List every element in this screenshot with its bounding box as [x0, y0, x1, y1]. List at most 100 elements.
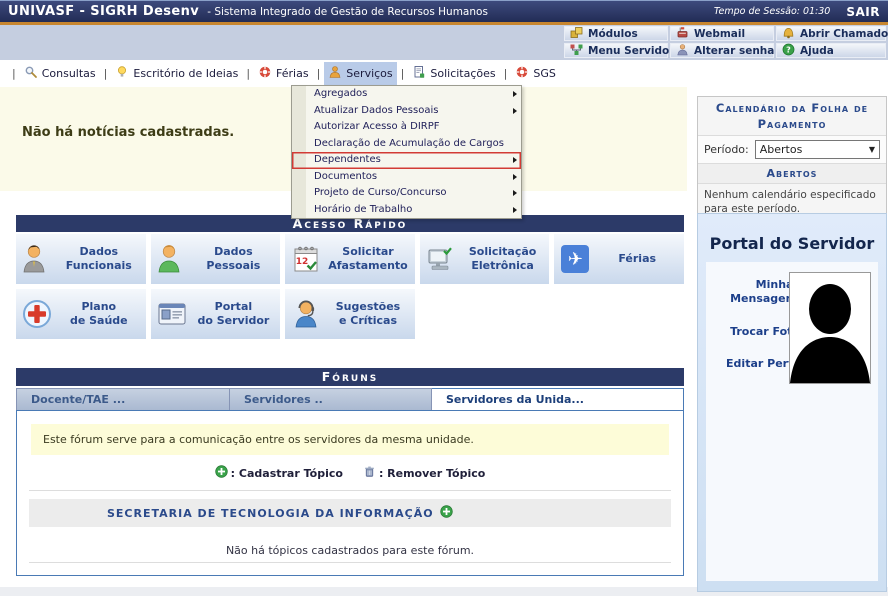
link-minhas-mensagens[interactable]: Minhas Mensagens [714, 278, 800, 307]
submenu-arrow-icon [513, 190, 517, 196]
menu-item-escritorio-de-ideias[interactable]: Escritório de Ideias [111, 62, 242, 85]
calendar-icon: 12 [285, 242, 327, 276]
submenu-arrow-icon [513, 157, 517, 163]
forums-header: Fóruns [16, 368, 684, 386]
card-label: Portal do Servidor [193, 300, 281, 328]
card-dados-funcionais[interactable]: Dados Funcionais [16, 234, 146, 284]
menu-separator: | [504, 67, 508, 80]
card-label: Solicitar Afastamento [327, 245, 415, 273]
help-button[interactable]: ? Ajuda [776, 43, 886, 58]
idea-icon [115, 65, 129, 82]
menu-label-sgs: SGS [533, 67, 556, 80]
menu-label-solicitacoes: Solicitações [430, 67, 495, 80]
menu-item-servicos[interactable]: Serviços [324, 62, 396, 85]
card-portal-do-servidor[interactable]: Portal do Servidor [151, 289, 281, 339]
forum-empty-message: Não há tópicos cadastrados para este fór… [17, 544, 683, 557]
calendar-section-header: Abertos [698, 164, 886, 184]
dropdown-item-dependentes[interactable]: Dependentes [292, 152, 521, 169]
link-trocar-foto[interactable]: Trocar Foto [714, 325, 800, 339]
server-menu-icon [570, 43, 583, 59]
search-icon [24, 65, 38, 82]
modules-button[interactable]: Módulos [564, 26, 668, 41]
dropdown-item-declaracao-acumulacao-cargos[interactable]: Declaração de Acumulação de Cargos [292, 136, 521, 153]
dropdown-item-autorizar-acesso-dirpf[interactable]: Autorizar Acesso à DIRPF [292, 119, 521, 136]
dropdown-item-horario-de-trabalho[interactable]: Horário de Trabalho [292, 202, 521, 219]
trash-icon [363, 465, 376, 481]
dropdown-item-label: Documentos [314, 171, 377, 182]
open-ticket-icon [782, 26, 795, 42]
dropdown-item-label: Agregados [314, 88, 367, 99]
dropdown-item-agregados[interactable]: Agregados [292, 86, 521, 103]
submenu-arrow-icon [513, 207, 517, 213]
menu-item-ferias[interactable]: Férias [254, 62, 313, 85]
app-subtitle: - Sistema Integrado de Gestão de Recurso… [207, 6, 488, 18]
dropdown-item-label: Dependentes [314, 154, 381, 165]
card-label: Férias [596, 252, 684, 266]
logout-button[interactable]: SAIR [846, 5, 880, 19]
card-plano-de-saude[interactable]: Plano de Saúde [16, 289, 146, 339]
add-topic-icon[interactable] [440, 505, 453, 521]
menu-item-sgs[interactable]: SGS [511, 62, 560, 85]
menu-separator: | [104, 67, 108, 80]
legend-remove-entry: : Remover Tópico [363, 465, 485, 481]
id-card-icon [151, 297, 193, 331]
menu-item-solicitacoes[interactable]: Solicitações [408, 62, 499, 85]
period-selected-value: Abertos [760, 143, 803, 156]
forum-footer-divider [29, 562, 671, 563]
menu-item-consultas[interactable]: Consultas [20, 62, 100, 85]
news-empty-message: Não há notícias cadastradas. [22, 125, 234, 140]
period-label: Período: [704, 143, 749, 156]
forums-panel: Fóruns Docente/TAE ... Servidores .. Ser… [16, 368, 684, 576]
card-solicitar-afastamento[interactable]: 12 Solicitar Afastamento [285, 234, 415, 284]
legend-remove-label: : Remover Tópico [379, 467, 485, 480]
dropdown-item-label: Horário de Trabalho [314, 204, 412, 215]
submenu-arrow-icon [513, 91, 517, 97]
headset-person-icon [285, 297, 327, 331]
session-timer: Tempo de Sessão: 01:30 [714, 6, 831, 17]
dropdown-item-label: Projeto de Curso/Concurso [314, 187, 447, 198]
legend-add-label: : Cadastrar Tópico [231, 467, 343, 480]
period-select[interactable]: Abertos ▼ [755, 140, 880, 159]
webmail-button[interactable]: Webmail [670, 26, 774, 41]
servicos-dropdown-menu: Agregados Atualizar Dados Pessoais Autor… [291, 85, 522, 219]
change-password-label: Alterar senha [694, 45, 774, 57]
tab-servidores-da-unidade[interactable]: Servidores da Unida... [432, 388, 684, 411]
menu-separator: | [317, 67, 321, 80]
portal-do-servidor-panel: Portal do Servidor Minhas Mensagens Troc… [697, 213, 887, 592]
modules-label: Módulos [588, 28, 638, 40]
tab-servidores[interactable]: Servidores .. [230, 388, 432, 411]
server-menu-button[interactable]: Menu Servidor [564, 43, 668, 58]
tab-docente-tae[interactable]: Docente/TAE ... [16, 388, 230, 411]
open-ticket-label: Abrir Chamado [800, 28, 888, 40]
menu-label-consultas: Consultas [42, 67, 96, 80]
card-ferias[interactable]: ✈ Férias [554, 234, 684, 284]
svg-text:12: 12 [296, 257, 309, 267]
dropdown-item-projeto-curso-concurso[interactable]: Projeto de Curso/Concurso [292, 185, 521, 202]
card-solicitacao-eletronica[interactable]: Solicitação Eletrônica [420, 234, 550, 284]
card-sugestoes-e-criticas[interactable]: Sugestões e Críticas [285, 289, 415, 339]
help-icon: ? [782, 43, 795, 59]
add-topic-icon [215, 465, 228, 481]
card-label: Dados Pessoais [193, 245, 281, 273]
menu-label-escritorio: Escritório de Ideias [133, 67, 238, 80]
dropdown-item-label: Atualizar Dados Pessoais [314, 105, 438, 116]
open-ticket-button[interactable]: Abrir Chamado [776, 26, 886, 41]
menu-label-servicos: Serviços [346, 67, 392, 80]
submenu-arrow-icon [513, 174, 517, 180]
toolbar-button-grid: Módulos Webmail Abrir Chamado Menu Servi… [564, 26, 886, 58]
dropdown-item-atualizar-dados-pessoais[interactable]: Atualizar Dados Pessoais [292, 103, 521, 120]
payroll-calendar-title: Calendário da Folha de Pagamento [698, 97, 886, 136]
app-brand: UNIVASF - SIGRH Desenv [8, 4, 199, 19]
card-label: Solicitação Eletrônica [462, 245, 550, 273]
card-label: Dados Funcionais [58, 245, 146, 273]
link-editar-perfil[interactable]: Editar Perfil [714, 357, 800, 371]
employee-data-icon [16, 242, 58, 276]
dropdown-item-documentos[interactable]: Documentos [292, 169, 521, 186]
legend-add-entry: : Cadastrar Tópico [215, 465, 343, 481]
card-dados-pessoais[interactable]: Dados Pessoais [151, 234, 281, 284]
change-password-button[interactable]: Alterar senha [670, 43, 774, 58]
card-label: Sugestões e Críticas [327, 300, 415, 328]
webmail-label: Webmail [694, 28, 745, 40]
quick-access-panel: Acesso Rápido Dados Funcionais Dados Pes… [16, 215, 684, 339]
menu-separator: | [246, 67, 250, 80]
